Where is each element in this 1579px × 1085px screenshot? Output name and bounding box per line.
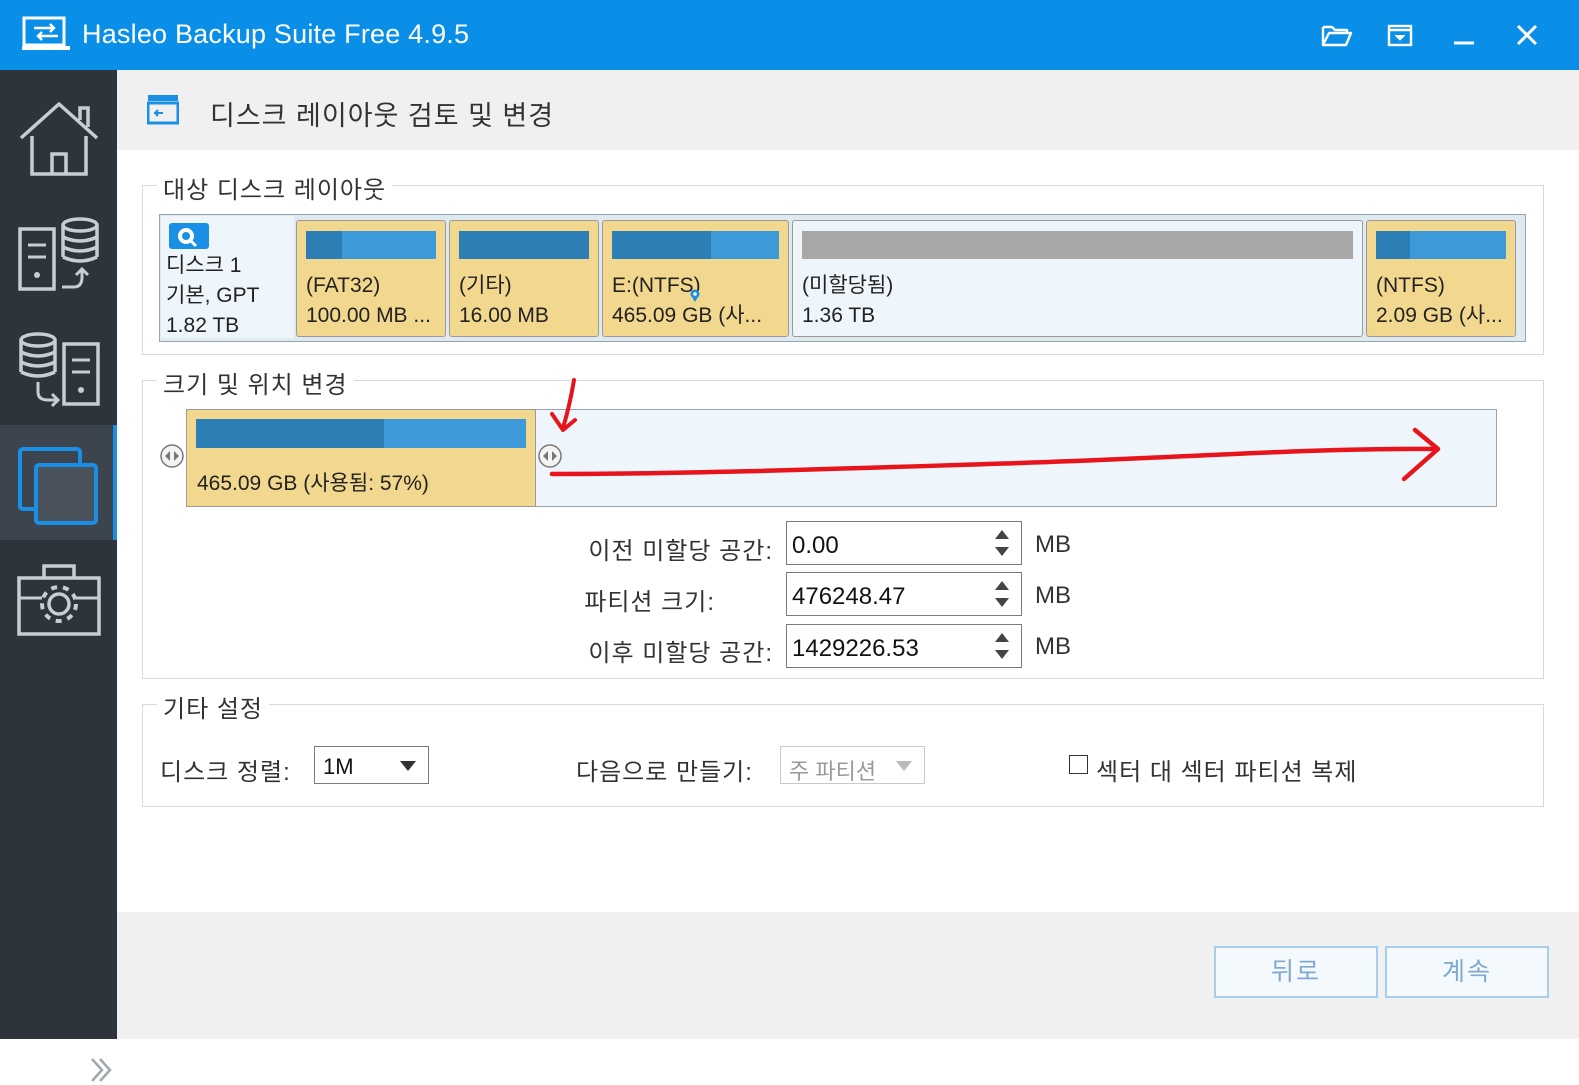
create-as-select[interactable]: 주 파티션: [780, 746, 925, 784]
chevron-down-icon: [400, 761, 416, 771]
sidebar: [0, 70, 117, 1082]
before-unallocated-label: 이전 미할당 공간:: [588, 538, 773, 565]
other-settings-legend: 기타 설정: [157, 689, 269, 724]
partition-block[interactable]: (FAT32) 100.00 MB ...: [296, 220, 446, 337]
disk-name: 디스크 1: [166, 254, 242, 277]
partition-block-selected[interactable]: E:(NTFS) 465.09 GB (사...: [602, 220, 789, 337]
after-unallocated-field[interactable]: 1429226.53: [786, 624, 1022, 668]
back-button[interactable]: 뒤로: [1214, 946, 1378, 998]
usage-bar: [802, 231, 1353, 259]
home-icon: [19, 102, 99, 176]
disk-size: 1.82 TB: [166, 314, 240, 337]
spinner-arrows-icon[interactable]: [993, 578, 1011, 610]
spinner-arrows-icon[interactable]: [993, 527, 1011, 559]
title-bar: Hasleo Backup Suite Free 4.9.5: [0, 0, 1579, 70]
restore-icon: [19, 332, 100, 408]
chevron-down-icon: [896, 761, 912, 771]
unit-label: MB: [1035, 633, 1071, 660]
sidebar-item-restore[interactable]: [0, 310, 117, 425]
disk-alignment-select[interactable]: 1M: [314, 746, 429, 784]
page-header: 디스크 레이아웃 검토 및 변경: [117, 70, 1579, 150]
partition-size-field[interactable]: 476248.47: [786, 572, 1022, 616]
partition-size: 1.36 TB: [802, 304, 876, 327]
left-resize-handle-icon[interactable]: [159, 443, 185, 469]
usage-bar: [459, 231, 589, 259]
spinner-arrows-icon[interactable]: [993, 630, 1011, 662]
window-title: Hasleo Backup Suite Free 4.9.5: [82, 19, 470, 49]
backup-icon: [18, 217, 99, 291]
close-icon[interactable]: [1510, 18, 1544, 52]
partition-name: (기타): [459, 274, 512, 297]
app-logo-icon: [22, 16, 70, 50]
restore-icon[interactable]: [1383, 18, 1417, 52]
minimize-icon[interactable]: [1447, 18, 1481, 52]
hard-disk-icon: [169, 223, 209, 249]
clone-icon: [18, 447, 98, 525]
partition-size: 16.00 MB: [459, 304, 549, 327]
disk-alignment-label: 디스크 정렬:: [160, 759, 291, 786]
sidebar-item-backup[interactable]: [0, 195, 117, 310]
unit-label: MB: [1035, 531, 1071, 558]
tools-icon: [17, 564, 101, 636]
sidebar-item-clone[interactable]: [0, 425, 117, 540]
usage-bar: [1376, 231, 1506, 259]
partition-size: 100.00 MB ...: [306, 304, 431, 327]
resize-legend: 크기 및 위치 변경: [157, 365, 354, 400]
sector-by-sector-label[interactable]: 섹터 대 섹터 파티션 복제: [1096, 752, 1357, 787]
partition-block[interactable]: (기타) 16.00 MB: [449, 220, 599, 337]
create-as-label: 다음으로 만들기:: [576, 759, 753, 786]
usage-bar: [306, 231, 436, 259]
next-button[interactable]: 계속: [1385, 946, 1549, 998]
usage-bar: [196, 419, 526, 448]
disk-info[interactable]: 디스크 1 기본, GPT 1.82 TB: [161, 216, 294, 338]
partition-block-unallocated[interactable]: (미할당됨) 1.36 TB: [792, 220, 1363, 337]
open-folder-icon[interactable]: [1320, 18, 1354, 52]
unit-label: MB: [1035, 582, 1071, 609]
partition-name: (FAT32): [306, 274, 381, 297]
disk-type: 기본, GPT: [166, 284, 260, 307]
sector-by-sector-checkbox[interactable]: [1069, 755, 1088, 774]
location-pin-icon: [690, 289, 700, 302]
resize-partition-label: 465.09 GB (사용됨: 57%): [197, 472, 429, 495]
partition-size: 2.09 GB (사...: [1376, 304, 1503, 327]
partition-name: (미할당됨): [802, 274, 894, 297]
expand-sidebar-icon[interactable]: [88, 1055, 114, 1085]
page-title: 디스크 레이아웃 검토 및 변경: [210, 101, 555, 131]
resize-partition[interactable]: 465.09 GB (사용됨: 57%): [186, 409, 536, 507]
partition-size: 465.09 GB (사...: [612, 304, 763, 327]
before-unallocated-field[interactable]: 0.00: [786, 521, 1022, 565]
after-unallocated-label: 이후 미할당 공간:: [588, 640, 773, 667]
target-layout-legend: 대상 디스크 레이아웃: [157, 170, 393, 205]
usage-bar: [612, 231, 779, 259]
sidebar-item-tools[interactable]: [0, 540, 117, 655]
partition-name: (NTFS): [1376, 274, 1445, 297]
partition-size-label: 파티션 크기:: [584, 589, 715, 616]
sidebar-item-home[interactable]: [0, 80, 117, 195]
disk-layout-icon: [147, 95, 179, 125]
right-resize-handle-icon[interactable]: [537, 443, 563, 469]
partition-block[interactable]: (NTFS) 2.09 GB (사...: [1366, 220, 1516, 337]
